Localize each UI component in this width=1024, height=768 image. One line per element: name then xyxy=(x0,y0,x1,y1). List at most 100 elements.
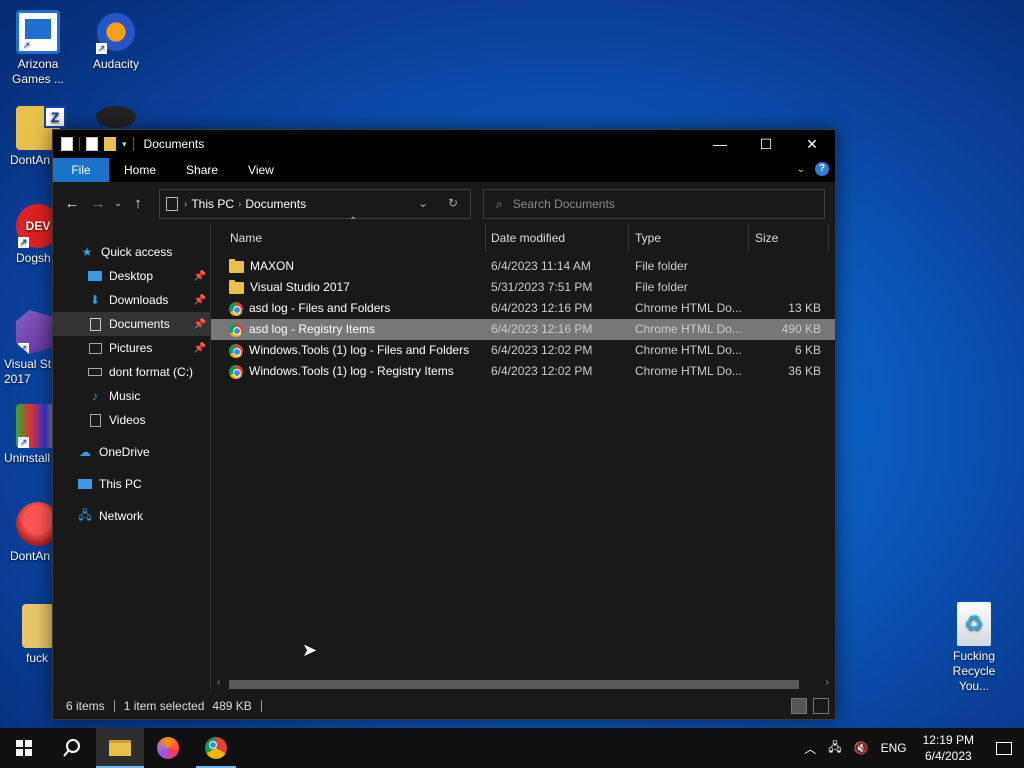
column-name[interactable]: Name xyxy=(224,224,486,252)
column-size[interactable]: Size xyxy=(749,224,829,252)
properties-icon[interactable] xyxy=(86,137,98,151)
clock-time: 12:19 PM xyxy=(922,733,974,747)
chevron-right-icon: › xyxy=(184,198,188,210)
large-icons-view-icon[interactable] xyxy=(813,698,829,714)
file-row[interactable]: asd log - Files and Folders 6/4/2023 12:… xyxy=(211,298,835,319)
column-type[interactable]: Type xyxy=(629,224,749,252)
nav-label: Network xyxy=(99,509,144,523)
nav-documents[interactable]: Documents 📌 xyxy=(53,312,210,336)
input-language[interactable]: ENG xyxy=(875,741,913,755)
nav-label: Documents xyxy=(109,317,170,331)
scrollbar-thumb[interactable] xyxy=(229,680,799,689)
nav-label: Music xyxy=(109,389,141,403)
desktop-icon-audacity[interactable]: Audacity xyxy=(78,10,154,72)
desktop-icon-label: Fucking Recycle You... xyxy=(952,649,996,693)
back-button[interactable]: ← xyxy=(59,190,85,216)
forward-button[interactable]: → xyxy=(85,190,111,216)
help-icon[interactable]: ? xyxy=(815,162,829,176)
search-box: ⌕ xyxy=(483,189,825,219)
navigation-bar: ← → ⌄ ↑ › This PC › Documents ⌄ ↻ ⌕ xyxy=(53,182,835,224)
search-input[interactable] xyxy=(512,197,803,211)
file-date: 6/4/2023 12:16 PM xyxy=(491,322,593,336)
file-size: 13 KB xyxy=(788,301,821,315)
expand-ribbon-icon[interactable]: ⌄ xyxy=(797,164,805,175)
nav-label: Videos xyxy=(109,413,146,427)
new-folder-icon[interactable] xyxy=(104,137,116,151)
videos-icon xyxy=(87,413,103,427)
nav-drive-c[interactable]: dont format (C:) xyxy=(53,360,210,384)
address-history-icon[interactable]: ⌄ xyxy=(418,196,428,210)
computer-icon xyxy=(77,477,93,491)
clock[interactable]: 12:19 PM 6/4/2023 xyxy=(913,732,984,764)
chrome-icon xyxy=(229,343,243,358)
column-headers: ⌃ Name Date modified Type Size xyxy=(211,216,835,252)
nav-this-pc[interactable]: This PC xyxy=(53,472,210,496)
toolbar-divider xyxy=(132,137,134,151)
arizona-games-icon xyxy=(16,10,60,54)
notification-center-button[interactable] xyxy=(984,728,1024,768)
tab-share[interactable]: Share xyxy=(171,158,233,182)
file-row[interactable]: MAXON 6/4/2023 11:14 AM File folder xyxy=(211,256,835,277)
customize-toolbar-icon[interactable]: ▾ xyxy=(122,139,127,150)
taskbar-firefox[interactable] xyxy=(144,728,192,768)
file-type: Chrome HTML Do... xyxy=(635,301,742,315)
desktop-icon-label: Visual St 2017 xyxy=(4,357,52,386)
nav-downloads[interactable]: ⬇ Downloads 📌 xyxy=(53,288,210,312)
nav-network[interactable]: 🖧 Network xyxy=(53,504,210,528)
file-name: MAXON xyxy=(250,259,295,273)
details-view-icon[interactable] xyxy=(791,698,807,714)
nav-videos[interactable]: Videos xyxy=(53,408,210,432)
ribbon-tabs: File Home Share View ⌄ ? xyxy=(53,158,835,182)
file-explorer-icon xyxy=(109,740,131,756)
status-bar: 6 items 1 item selected 489 KB xyxy=(53,693,835,719)
file-row[interactable]: Windows.Tools (1) log - Registry Items 6… xyxy=(211,361,835,382)
file-date: 6/4/2023 12:16 PM xyxy=(491,301,593,315)
volume-muted-icon[interactable]: 🔇 xyxy=(848,741,875,755)
column-date-modified[interactable]: Date modified xyxy=(485,224,629,252)
music-icon: ♪ xyxy=(92,389,98,403)
start-button[interactable] xyxy=(0,728,48,768)
drive-icon xyxy=(87,365,103,379)
maximize-button[interactable]: ☐ xyxy=(743,130,789,158)
nav-music[interactable]: ♪ Music xyxy=(53,384,210,408)
tab-file[interactable]: File xyxy=(53,158,109,182)
file-row-selected[interactable]: asd log - Registry Items 6/4/2023 12:16 … xyxy=(211,319,835,340)
nav-desktop[interactable]: Desktop 📌 xyxy=(53,264,210,288)
address-bar[interactable]: › This PC › Documents ⌄ ↻ xyxy=(159,189,471,219)
file-type: File folder xyxy=(635,280,688,294)
up-button[interactable]: ↑ xyxy=(125,190,151,216)
file-name: Windows.Tools (1) log - Files and Folder… xyxy=(249,343,470,357)
breadcrumb-documents[interactable]: Documents xyxy=(245,197,306,211)
navigation-pane: ★ Quick access Desktop 📌 ⬇ Downloads 📌 D… xyxy=(53,224,211,693)
tab-view[interactable]: View xyxy=(233,158,289,182)
desktop-icon-arizona-games[interactable]: Arizona Games ... xyxy=(0,10,76,87)
system-tray: ︿ 🖧 🔇 ENG 12:19 PM 6/4/2023 xyxy=(798,728,1024,768)
nav-label: Pictures xyxy=(109,341,153,355)
nav-onedrive[interactable]: ☁ OneDrive xyxy=(53,440,210,464)
scroll-left-icon[interactable]: ‹ xyxy=(217,677,220,688)
file-row[interactable]: Windows.Tools (1) log - Files and Folder… xyxy=(211,340,835,361)
explorer-body: ★ Quick access Desktop 📌 ⬇ Downloads 📌 D… xyxy=(53,216,835,693)
taskbar-chrome[interactable] xyxy=(192,728,240,768)
taskbar-file-explorer[interactable] xyxy=(96,728,144,768)
scroll-right-icon[interactable]: › xyxy=(826,677,829,688)
file-row[interactable]: Visual Studio 2017 5/31/2023 7:51 PM Fil… xyxy=(211,277,835,298)
title-bar[interactable]: ▾ Documents — ☐ ✕ xyxy=(53,130,835,158)
nav-pictures[interactable]: Pictures 📌 xyxy=(53,336,210,360)
horizontal-scrollbar[interactable]: ‹ › xyxy=(211,675,835,693)
desktop-icon-obs[interactable] xyxy=(78,106,154,131)
notification-icon xyxy=(996,741,1012,755)
recent-locations-button[interactable]: ⌄ xyxy=(111,190,125,216)
refresh-icon[interactable]: ↻ xyxy=(448,196,458,210)
minimize-button[interactable]: — xyxy=(697,130,743,158)
network-status-icon[interactable]: 🖧 xyxy=(822,738,847,759)
chevron-right-icon: › xyxy=(238,198,242,210)
nav-quick-access[interactable]: ★ Quick access xyxy=(53,240,210,264)
show-hidden-icons-icon[interactable]: ︿ xyxy=(798,740,822,757)
breadcrumb-this-pc[interactable]: This PC xyxy=(191,197,234,211)
folder-icon xyxy=(229,258,244,273)
tab-home[interactable]: Home xyxy=(109,158,171,182)
close-button[interactable]: ✕ xyxy=(789,130,835,158)
search-button[interactable] xyxy=(48,728,96,768)
desktop-icon-recycle-bin[interactable]: ♻ Fucking Recycle You... xyxy=(936,602,1012,694)
